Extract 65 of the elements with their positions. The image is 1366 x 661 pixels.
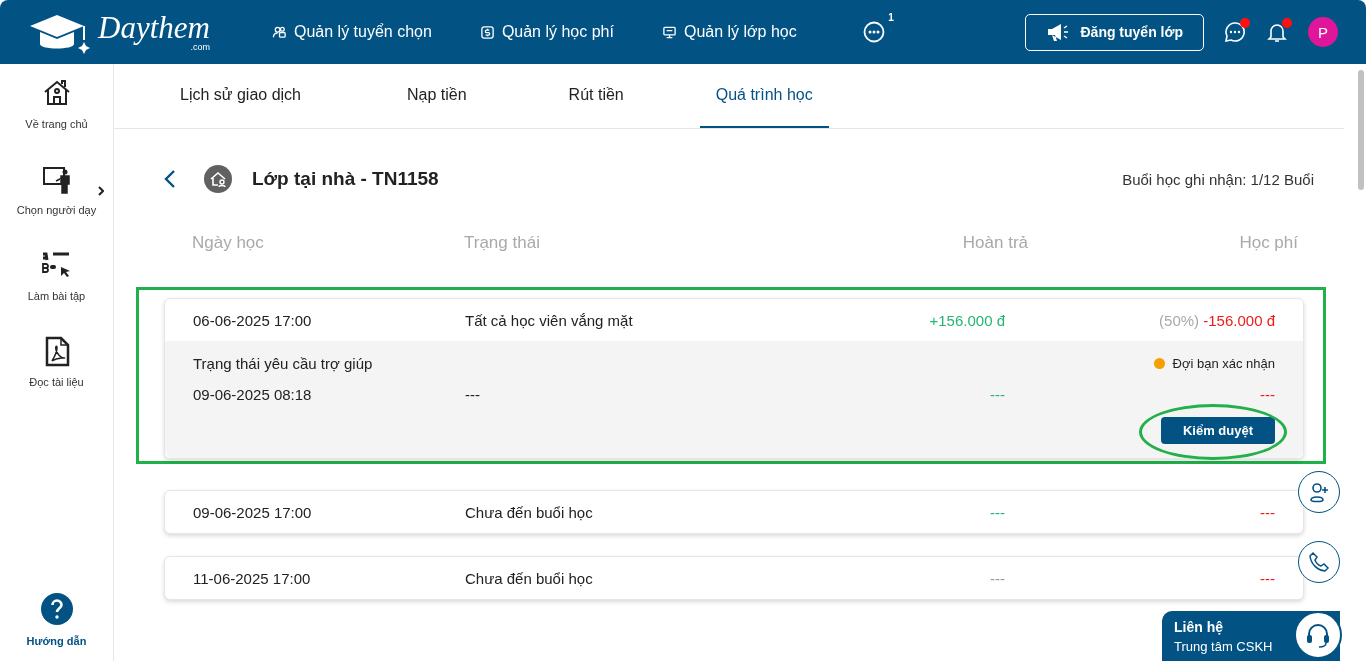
request-status: Đợi bạn xác nhận xyxy=(1172,356,1275,371)
tab[interactable]: Nạp tiền xyxy=(381,64,493,128)
column-header: Học phí xyxy=(1238,233,1298,253)
refund-amount: +156.000 đ xyxy=(928,311,1005,329)
session-count: Buổi học ghi nhận: 1/12 Buổi xyxy=(1122,170,1314,188)
session-card[interactable]: 06-06-2025 17:00 Tất cả học viên vắng mặt +156.000 đ (50%) -156.000 đ Trạng thái yêu cầu trợ giúp Đợi bạn xác nhận 09-06-2025 08:18 --- --- --- Kiểm duyệt xyxy=(164,298,1304,459)
nav-link[interactable]: Quản lý học phí xyxy=(479,23,614,41)
more-icon[interactable] xyxy=(862,21,885,43)
session-card[interactable]: 11-06-2025 17:00 Chưa đến buổi học --- --- xyxy=(164,556,1304,600)
help-link[interactable]: Hướng dẫn xyxy=(26,593,87,647)
tab[interactable]: Quá trình học xyxy=(699,64,829,128)
contact-support-card[interactable]: Liên hệ Trung tâm CSKH xyxy=(1162,611,1340,661)
logo-text[interactable]: Daythem .com xyxy=(98,12,210,52)
scrollbar[interactable] xyxy=(1358,70,1364,190)
back-icon[interactable] xyxy=(164,169,176,189)
monitor-icon xyxy=(661,24,677,40)
sidebar-item[interactable]: Đọc tài liệu xyxy=(0,336,114,388)
fee-amount: --- xyxy=(1260,569,1275,587)
nav-link[interactable]: Quản lý tuyển chọn xyxy=(272,23,432,41)
tab[interactable]: Rút tiền xyxy=(542,64,650,128)
column-header: Ngày học xyxy=(192,233,265,253)
question-icon xyxy=(40,593,73,625)
review-button[interactable]: Kiểm duyệt xyxy=(1160,417,1275,444)
sidebar-item[interactable]: Về trang chủ xyxy=(0,78,114,130)
session-status: Chưa đến buổi học xyxy=(465,503,594,521)
house-badge-icon xyxy=(204,165,232,193)
refund-percent: (50%) xyxy=(1159,311,1201,329)
contact-title: Liên hệ xyxy=(1174,618,1224,635)
request-status-value: --- xyxy=(465,386,481,403)
megaphone-icon xyxy=(1046,22,1071,42)
request-date: 09-06-2025 08:18 xyxy=(193,386,313,403)
people-icon xyxy=(272,24,287,40)
nav-link[interactable]: Quản lý lớp học xyxy=(661,23,797,41)
bell-icon[interactable] xyxy=(1266,21,1288,43)
chat-icon[interactable] xyxy=(1224,21,1246,43)
column-header: Hoàn trả xyxy=(961,233,1028,253)
post-class-button[interactable]: Đăng tuyển lớp xyxy=(1025,13,1204,51)
session-status: Chưa đến buổi học xyxy=(465,569,594,587)
fee-amount: -156.000 đ xyxy=(1203,311,1275,329)
dollar-icon xyxy=(479,24,495,40)
refund-amount: --- xyxy=(989,386,1005,403)
add-user-button[interactable] xyxy=(1298,471,1340,513)
session-card[interactable]: 09-06-2025 17:00 Chưa đến buổi học --- --- xyxy=(164,490,1304,534)
teacher-board-icon xyxy=(40,164,73,196)
call-button[interactable] xyxy=(1298,541,1340,583)
sidebar-item[interactable]: Làm bài tập xyxy=(0,250,114,302)
refund-amount: --- xyxy=(989,569,1005,587)
sidebar-item[interactable]: Chọn người dạy xyxy=(0,164,114,216)
notification-count: 1 xyxy=(888,12,894,23)
user-avatar[interactable]: P xyxy=(1308,17,1338,47)
phone-icon xyxy=(1308,551,1330,573)
fee-amount: --- xyxy=(1260,503,1275,521)
session-status: Tất cả học viên vắng mặt xyxy=(465,311,634,329)
contact-subtitle: Trung tâm CSKH xyxy=(1174,638,1273,654)
add-user-icon xyxy=(1308,481,1330,503)
help-request-title: Trạng thái yêu cầu trợ giúp xyxy=(193,355,374,372)
fee-amount: --- xyxy=(1259,386,1275,403)
column-header: Trạng thái xyxy=(464,233,541,253)
session-date: 06-06-2025 17:00 xyxy=(193,311,313,329)
headset-icon xyxy=(1304,621,1332,649)
refund-amount: --- xyxy=(989,503,1005,521)
class-title: Lớp tại nhà - TN1158 xyxy=(252,168,439,190)
session-date: 09-06-2025 17:00 xyxy=(193,503,313,521)
session-date: 11-06-2025 17:00 xyxy=(193,569,312,587)
tab[interactable]: Lịch sử giao dịch xyxy=(154,64,327,128)
